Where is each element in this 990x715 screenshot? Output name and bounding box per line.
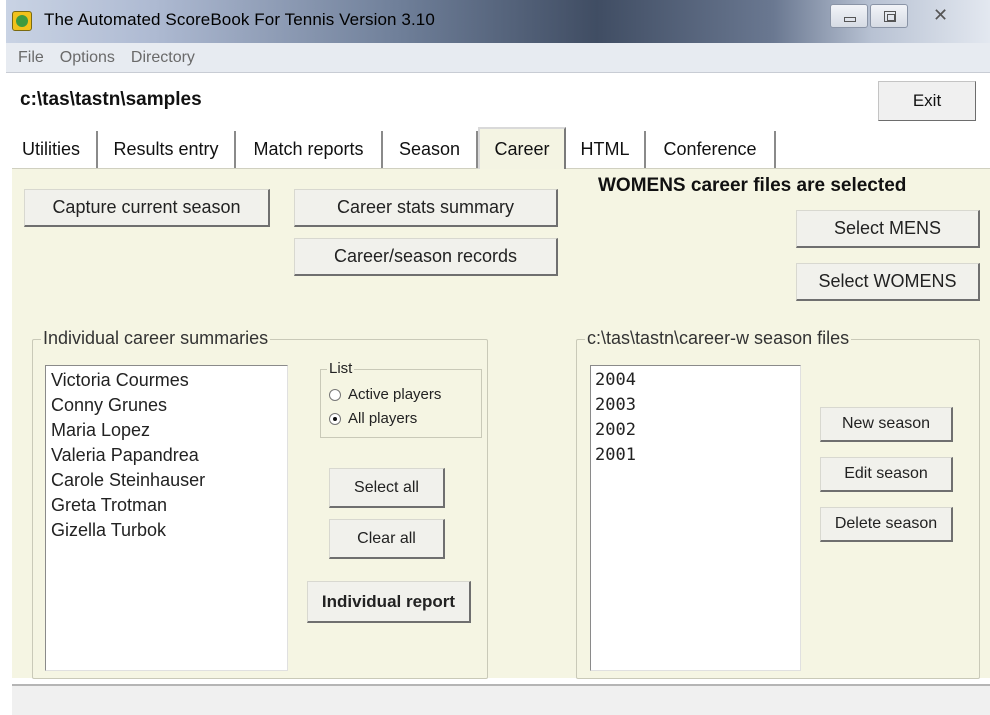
- list-item[interactable]: 2001: [591, 443, 800, 468]
- edit-season-button[interactable]: Edit season: [820, 457, 953, 492]
- all-players-option[interactable]: All players: [329, 410, 417, 427]
- select-all-button[interactable]: Select all: [329, 468, 445, 508]
- maximize-icon: [884, 11, 896, 22]
- path-bar: c:\tas\tastn\samples Exit: [6, 73, 990, 125]
- menu-file[interactable]: File: [18, 49, 44, 67]
- exit-button[interactable]: Exit: [878, 81, 976, 121]
- individual-report-button[interactable]: Individual report: [307, 581, 471, 623]
- select-mens-button[interactable]: Select MENS: [796, 210, 980, 248]
- list-filter-legend: List: [327, 360, 355, 377]
- tab-career[interactable]: Career: [478, 127, 566, 169]
- status-bar: [12, 684, 990, 715]
- minimize-icon: [844, 17, 856, 22]
- individual-group-legend: Individual career summaries: [41, 328, 271, 349]
- list-item[interactable]: Gizella Turbok: [46, 518, 287, 543]
- season-group-legend: c:\tas\tastn\career-w season files: [585, 328, 852, 349]
- list-item[interactable]: Carole Steinhauser: [46, 468, 287, 493]
- active-players-option[interactable]: Active players: [329, 386, 441, 403]
- career-panel: Capture current season Career stats summ…: [12, 168, 990, 679]
- tab-html[interactable]: HTML: [566, 131, 646, 168]
- list-item[interactable]: Victoria Courmes: [46, 368, 287, 393]
- selection-notice: WOMENS career files are selected: [598, 175, 907, 196]
- tab-match-reports[interactable]: Match reports: [236, 131, 383, 168]
- season-listbox[interactable]: 2004 2003 2002 2001: [590, 365, 801, 671]
- app-icon: [12, 11, 32, 31]
- list-item[interactable]: Valeria Papandrea: [46, 443, 287, 468]
- window-controls: ✕: [830, 4, 972, 28]
- career-stats-summary-button[interactable]: Career stats summary: [294, 189, 558, 227]
- tab-season[interactable]: Season: [383, 131, 478, 168]
- tab-results-entry[interactable]: Results entry: [98, 131, 236, 168]
- all-players-radio[interactable]: [329, 412, 341, 425]
- maximize-button[interactable]: [870, 4, 908, 28]
- menu-options[interactable]: Options: [60, 49, 115, 67]
- active-players-radio[interactable]: [329, 388, 341, 401]
- clear-all-button[interactable]: Clear all: [329, 519, 445, 559]
- tab-bar: Utilities Results entry Match reports Se…: [6, 125, 990, 169]
- menu-directory[interactable]: Directory: [131, 49, 195, 67]
- title-bar: The Automated ScoreBook For Tennis Versi…: [6, 0, 990, 43]
- menu-bar: File Options Directory: [6, 43, 990, 73]
- tab-utilities[interactable]: Utilities: [6, 131, 98, 168]
- active-players-label: Active players: [348, 386, 442, 403]
- new-season-button[interactable]: New season: [820, 407, 953, 442]
- career-season-records-button[interactable]: Career/season records: [294, 238, 558, 276]
- list-item[interactable]: 2002: [591, 418, 800, 443]
- minimize-button[interactable]: [830, 4, 868, 28]
- select-womens-button[interactable]: Select WOMENS: [796, 263, 980, 301]
- list-item[interactable]: 2003: [591, 393, 800, 418]
- close-icon: ✕: [933, 5, 949, 25]
- list-item[interactable]: Conny Grunes: [46, 393, 287, 418]
- delete-season-button[interactable]: Delete season: [820, 507, 953, 542]
- list-item[interactable]: Greta Trotman: [46, 493, 287, 518]
- all-players-label: All players: [348, 410, 418, 427]
- list-filter-group: List Active players All players: [320, 360, 482, 438]
- list-item[interactable]: Maria Lopez: [46, 418, 287, 443]
- current-path: c:\tas\tastn\samples: [20, 89, 202, 110]
- list-item[interactable]: 2004: [591, 368, 800, 393]
- capture-current-season-button[interactable]: Capture current season: [24, 189, 270, 227]
- close-button[interactable]: ✕: [910, 4, 972, 28]
- tab-conference[interactable]: Conference: [646, 131, 776, 168]
- player-listbox[interactable]: Victoria Courmes Conny Grunes Maria Lope…: [45, 365, 288, 671]
- window-title: The Automated ScoreBook For Tennis Versi…: [44, 10, 435, 29]
